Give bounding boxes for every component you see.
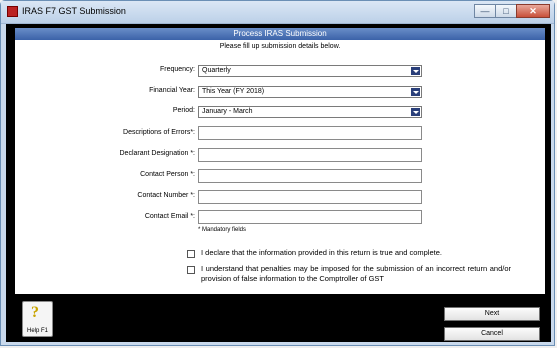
- chevron-down-icon[interactable]: [411, 88, 420, 96]
- question-mark-icon: ?: [31, 304, 39, 321]
- help-button[interactable]: ? Help F1: [22, 301, 53, 337]
- title-bar: IRAS F7 GST Submission — □ ✕: [1, 1, 554, 24]
- window-controls: — □ ✕: [474, 4, 550, 20]
- minimize-button[interactable]: —: [474, 4, 496, 18]
- chevron-down-icon[interactable]: [411, 108, 420, 116]
- frequency-select[interactable]: Quarterly: [198, 65, 422, 77]
- descriptions-of-errors-field[interactable]: [198, 126, 422, 140]
- period-label: Period:: [172, 107, 195, 114]
- content-frame: Process IRAS Submission Please fill up s…: [6, 24, 551, 342]
- next-button[interactable]: Next: [444, 307, 540, 321]
- declaration-text-1: I declare that the information provided …: [201, 248, 442, 257]
- app-icon: [7, 6, 18, 17]
- contact-email-field[interactable]: [198, 210, 422, 224]
- declaration-checkbox-1[interactable]: [187, 250, 195, 258]
- app-window: IRAS F7 GST Submission — □ ✕ Process IRA…: [0, 0, 555, 346]
- declaration-text-2: I understand that penalties may be impos…: [201, 264, 511, 283]
- maximize-button[interactable]: □: [495, 4, 517, 18]
- declaration-checkbox-2[interactable]: [187, 266, 195, 274]
- cancel-button[interactable]: Cancel: [444, 327, 540, 341]
- submission-panel: Process IRAS Submission Please fill up s…: [15, 28, 545, 294]
- descriptions-of-errors-label: Descriptions of Errors*:: [123, 129, 195, 136]
- declarant-designation-field[interactable]: [198, 148, 422, 162]
- financial-year-label: Financial Year:: [149, 87, 195, 94]
- contact-person-field[interactable]: [198, 169, 422, 183]
- window-title: IRAS F7 GST Submission: [22, 6, 126, 16]
- contact-email-label: Contact Email *:: [144, 213, 195, 220]
- frequency-label: Frequency:: [159, 66, 195, 73]
- financial-year-value: This Year (FY 2018): [202, 88, 265, 95]
- help-button-label: Help F1: [26, 328, 48, 334]
- chevron-down-icon[interactable]: [411, 67, 420, 75]
- frequency-value: Quarterly: [202, 67, 231, 74]
- close-button[interactable]: ✕: [516, 4, 550, 18]
- declarant-designation-label: Declarant Designation *:: [119, 150, 196, 157]
- contact-number-label: Contact Number *:: [137, 192, 195, 199]
- period-value: January - March: [202, 108, 253, 115]
- contact-number-field[interactable]: [198, 190, 422, 204]
- financial-year-select[interactable]: This Year (FY 2018): [198, 86, 422, 98]
- panel-header: Process IRAS Submission: [15, 28, 545, 40]
- contact-person-label: Contact Person *:: [140, 171, 195, 178]
- panel-subtitle: Please fill up submission details below.: [219, 43, 341, 50]
- mandatory-fields-note: * Mandatory fields: [198, 227, 247, 233]
- period-select[interactable]: January - March: [198, 106, 422, 118]
